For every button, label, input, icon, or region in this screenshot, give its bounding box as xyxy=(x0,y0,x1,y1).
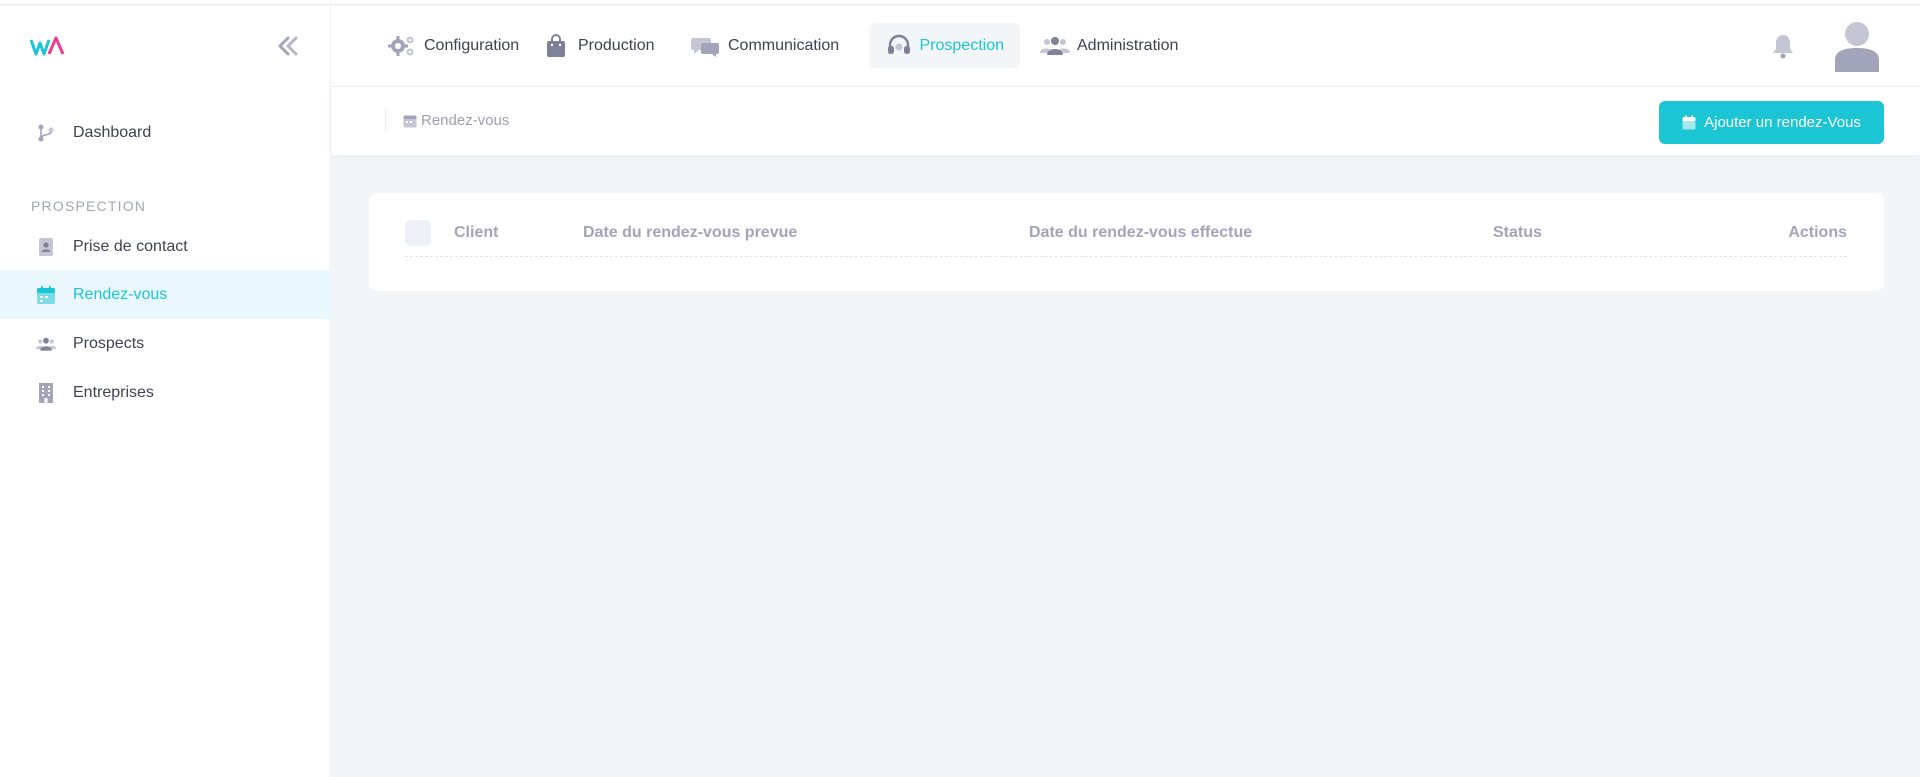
rendez-vous-table-card: Client Date du rendez-vous prevue Date d… xyxy=(369,193,1884,291)
nav-label: Prospection xyxy=(919,36,1005,54)
nav-production[interactable]: Production xyxy=(525,23,671,68)
bag-icon xyxy=(541,33,571,58)
git-branch-icon xyxy=(36,123,56,143)
sidebar-item-prospects[interactable]: Prospects xyxy=(0,319,331,368)
column-header-date-effectue[interactable]: Date du rendez-vous effectue xyxy=(1029,224,1252,242)
breadcrumb-current[interactable]: Rendez-vous xyxy=(421,112,509,129)
logo[interactable] xyxy=(30,34,66,58)
top-header: Configuration Production Communication P… xyxy=(331,5,1920,87)
subheader-separator xyxy=(385,107,386,133)
sidebar-item-prise-de-contact[interactable]: Prise de contact xyxy=(0,222,331,271)
column-header-date-prevue[interactable]: Date du rendez-vous prevue xyxy=(583,224,797,242)
add-button-label: Ajouter un rendez-Vous xyxy=(1704,114,1861,131)
sidebar-item-label: Entreprises xyxy=(73,383,154,401)
sidebar: Dashboard Prospection Prise de contact xyxy=(0,5,331,777)
nav-configuration[interactable]: Configuration xyxy=(371,23,535,68)
sidebar-item-label: Prise de contact xyxy=(73,237,188,255)
calendar-icon xyxy=(36,285,56,305)
subheader: Rendez-vous Ajouter un rendez-Vous xyxy=(331,87,1920,155)
column-header-status[interactable]: Status xyxy=(1493,224,1542,242)
breadcrumb: Rendez-vous xyxy=(403,112,509,129)
column-header-actions: Actions xyxy=(1788,224,1847,241)
sidebar-section-title: Prospection xyxy=(31,198,147,214)
sidebar-item-rendez-vous[interactable]: Rendez-vous xyxy=(0,270,331,319)
nav-label: Configuration xyxy=(424,36,520,54)
sidebar-item-entreprises[interactable]: Entreprises xyxy=(0,368,331,417)
calendar-plus-icon xyxy=(1682,115,1696,130)
nav-label: Production xyxy=(578,36,655,54)
sidebar-item-label: Rendez-vous xyxy=(73,285,168,303)
users-icon xyxy=(36,334,56,354)
contact-file-icon xyxy=(36,237,56,257)
headset-icon xyxy=(885,34,913,58)
user-avatar[interactable] xyxy=(1832,20,1882,72)
bell-icon[interactable] xyxy=(1769,32,1797,60)
nav-label: Communication xyxy=(728,36,840,54)
nav-administration[interactable]: Administration xyxy=(1024,23,1194,68)
gears-icon xyxy=(387,34,417,58)
nav-label: Administration xyxy=(1077,36,1179,54)
calendar-icon xyxy=(403,115,417,127)
sidebar-item-label: Dashboard xyxy=(73,123,152,141)
double-chevron-left-icon xyxy=(278,36,298,56)
table-header: Client Date du rendez-vous prevue Date d… xyxy=(405,220,1847,257)
brand xyxy=(0,5,330,87)
sidebar-item-label: Prospects xyxy=(73,334,145,352)
users-icon xyxy=(1040,34,1070,58)
collapse-sidebar-button[interactable] xyxy=(275,33,301,59)
nav-prospection[interactable]: Prospection xyxy=(869,23,1020,68)
chat-icon xyxy=(691,34,721,58)
select-all-checkbox[interactable] xyxy=(405,220,431,246)
column-header-client[interactable]: Client xyxy=(454,224,498,242)
add-rendez-vous-button[interactable]: Ajouter un rendez-Vous xyxy=(1659,101,1884,144)
building-icon xyxy=(36,382,56,403)
sidebar-item-dashboard[interactable]: Dashboard xyxy=(0,108,331,157)
nav-communication[interactable]: Communication xyxy=(675,23,855,68)
